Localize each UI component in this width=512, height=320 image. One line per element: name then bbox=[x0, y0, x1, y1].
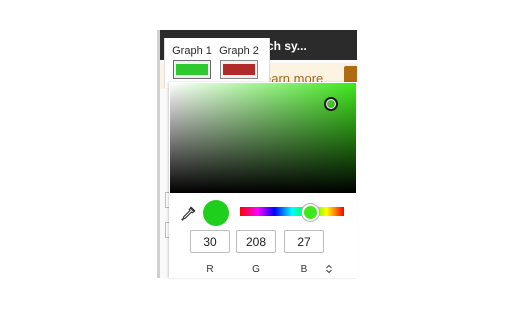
saturation-value-area[interactable] bbox=[170, 83, 356, 193]
hue-slider-thumb[interactable] bbox=[301, 204, 319, 221]
current-color-preview bbox=[203, 200, 229, 226]
red-channel-input[interactable] bbox=[190, 230, 230, 253]
graph-2-tab[interactable]: Graph 2 bbox=[218, 45, 260, 79]
graph-1-label: Graph 1 bbox=[172, 45, 212, 57]
blue-channel-input[interactable] bbox=[284, 230, 324, 253]
hue-slider[interactable] bbox=[240, 207, 344, 216]
graph-selector: Graph 1 Graph 2 bbox=[164, 38, 270, 88]
background-divider bbox=[157, 30, 160, 278]
saturation-value-handle[interactable] bbox=[324, 97, 338, 111]
green-channel-label: G bbox=[252, 264, 260, 275]
green-channel-input[interactable] bbox=[236, 230, 276, 253]
graph-2-swatch-button[interactable] bbox=[220, 60, 258, 79]
graph-1-swatch-button[interactable] bbox=[173, 60, 211, 79]
blue-channel-label: B bbox=[300, 264, 308, 275]
graph-2-label: Graph 2 bbox=[219, 45, 259, 57]
color-picker-popup: R G B bbox=[169, 82, 357, 278]
red-channel-label: R bbox=[206, 264, 214, 275]
chevron-up-down-icon[interactable] bbox=[325, 264, 333, 274]
graph-2-color-swatch bbox=[223, 64, 255, 75]
eyedropper-icon[interactable] bbox=[180, 206, 196, 222]
graph-1-color-swatch bbox=[176, 64, 208, 75]
background-search-text: ch sy... bbox=[267, 39, 307, 53]
graph-1-tab[interactable]: Graph 1 bbox=[171, 45, 213, 79]
